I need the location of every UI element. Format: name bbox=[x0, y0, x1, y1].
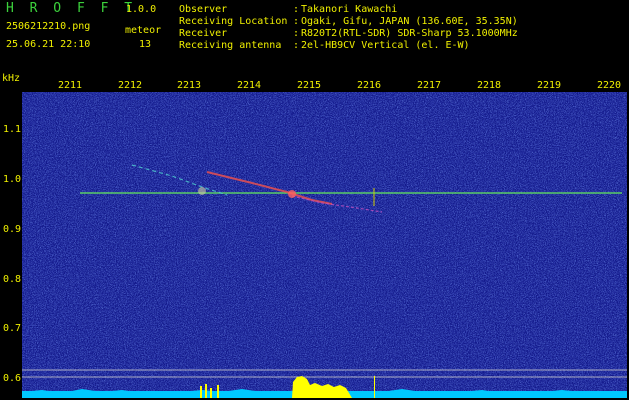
receiver-value: R820T2(RTL-SDR) SDR-Sharp 53.1000MHz bbox=[301, 28, 518, 39]
y-axis-title: kHz bbox=[2, 73, 21, 84]
meteor-label: meteor bbox=[125, 25, 162, 36]
observer-value: Takanori Kawachi bbox=[301, 4, 398, 15]
meteor-count: 13 bbox=[139, 39, 152, 50]
spectrogram-noise-speckle bbox=[22, 92, 627, 398]
location-colon: : bbox=[293, 16, 300, 27]
receiver-colon: : bbox=[293, 28, 300, 39]
x-tick-2218: 2218 bbox=[477, 80, 502, 91]
file-datetime: 25.06.21 22:10 bbox=[6, 39, 91, 50]
y-tick-1-1: 1.1 bbox=[3, 124, 22, 135]
x-tick-2217: 2217 bbox=[417, 80, 442, 91]
observer-label: Observer bbox=[179, 4, 228, 15]
x-tick-2214: 2214 bbox=[237, 80, 262, 91]
y-tick-1-0: 1.0 bbox=[3, 174, 22, 185]
spectrogram bbox=[22, 92, 627, 398]
x-tick-2211: 2211 bbox=[58, 80, 83, 91]
meteor-blob bbox=[198, 187, 206, 195]
x-tick-2215: 2215 bbox=[297, 80, 322, 91]
meteor-head bbox=[288, 190, 296, 198]
x-tick-2216: 2216 bbox=[357, 80, 382, 91]
app-title: H R O F F T bbox=[6, 1, 137, 16]
antenna-value: 2el-HB9CV Vertical (el. E-W) bbox=[301, 40, 470, 51]
y-tick-0-9: 0.9 bbox=[3, 224, 22, 235]
antenna-colon: : bbox=[293, 40, 300, 51]
x-tick-2213: 2213 bbox=[177, 80, 202, 91]
receiver-label: Receiver bbox=[179, 28, 228, 39]
location-label: Receiving Location bbox=[179, 16, 288, 27]
observer-colon: : bbox=[293, 4, 300, 15]
y-tick-0-7: 0.7 bbox=[3, 323, 22, 334]
y-tick-0-8: 0.8 bbox=[3, 274, 22, 285]
app-version: 1.0.0 bbox=[126, 4, 157, 15]
location-value: Ogaki, Gifu, JAPAN (136.60E, 35.35N) bbox=[301, 16, 518, 27]
antenna-label: Receiving antenna bbox=[179, 40, 282, 51]
x-tick-2219: 2219 bbox=[537, 80, 562, 91]
x-tick-2212: 2212 bbox=[118, 80, 143, 91]
file-name: 2506212210.png bbox=[6, 21, 91, 32]
x-tick-2220: 2220 bbox=[597, 80, 622, 91]
y-tick-0-6: 0.6 bbox=[3, 373, 22, 384]
